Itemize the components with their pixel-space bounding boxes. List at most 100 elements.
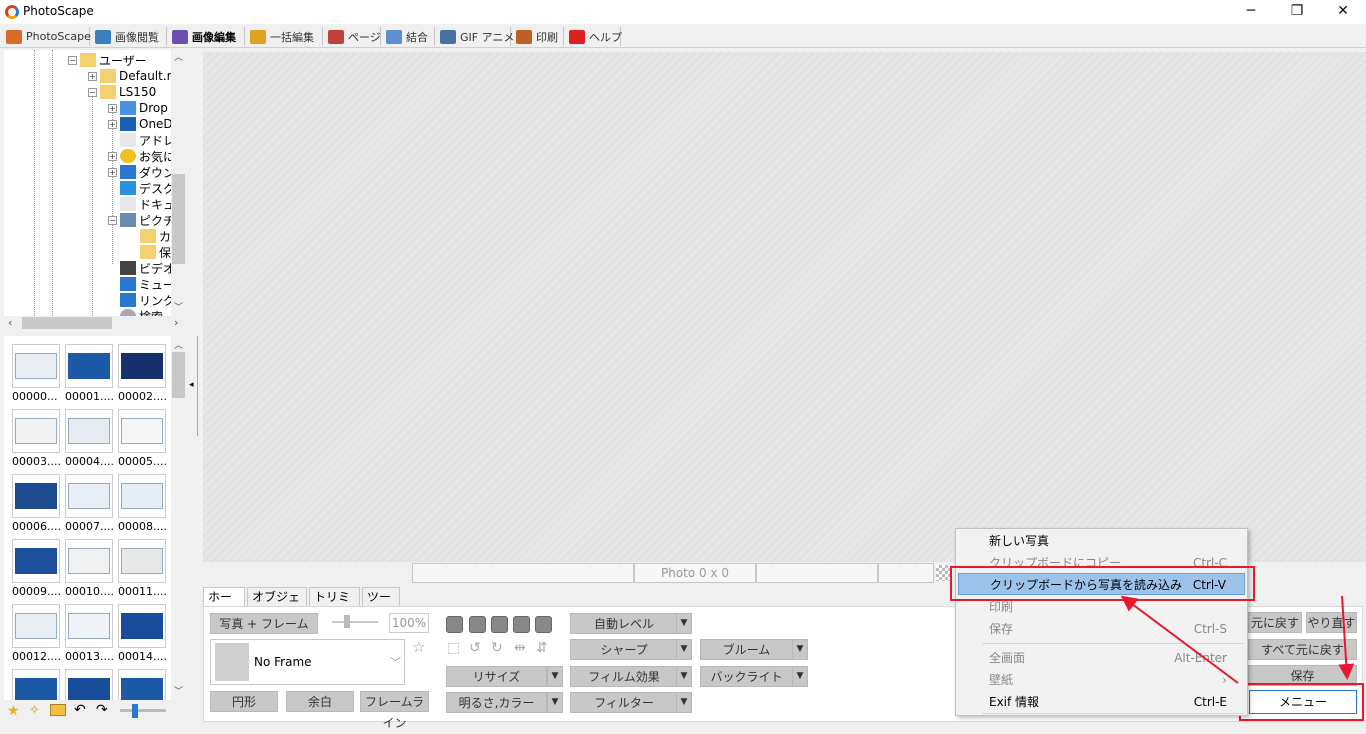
backlight-button[interactable]: バックライト [700, 666, 793, 687]
scroll-up-icon[interactable]: ︿ [171, 50, 186, 63]
tab-1[interactable]: 画像閲覧 [92, 27, 167, 46]
tree-item[interactable]: ミュー [108, 276, 171, 292]
margin-button[interactable]: 余白 [286, 691, 354, 712]
panel-splitter[interactable]: ◂ [187, 336, 199, 436]
sharpen-button[interactable]: シャープ [570, 639, 678, 660]
tree-scroll-thumb[interactable] [172, 174, 185, 264]
thumbnail[interactable] [65, 409, 113, 453]
auto-adjust-icon[interactable] [535, 616, 552, 633]
auto-level-dropdown[interactable]: ▼ [676, 613, 692, 634]
tree-item[interactable]: − LS150 [88, 84, 156, 100]
thumbnail[interactable] [12, 344, 60, 388]
redo-button[interactable]: やり直す [1306, 612, 1357, 633]
forward-arrow-icon[interactable]: ↷ [96, 702, 108, 718]
undo-all-button[interactable]: すべて元に戻す [1248, 639, 1357, 660]
tree-item[interactable]: + お気に [108, 148, 171, 164]
tree-item[interactable]: カ [128, 228, 171, 244]
thumbnail[interactable] [12, 539, 60, 583]
thumbnail[interactable] [65, 474, 113, 518]
auto-adjust-icon[interactable] [469, 616, 486, 633]
tree-item[interactable]: + Default.m [88, 68, 171, 84]
open-folder-icon[interactable] [50, 704, 66, 716]
frame-line-button[interactable]: フレームライン [360, 691, 429, 730]
scroll-up-icon[interactable]: ︿ [171, 338, 186, 351]
thumbnail-scroll-thumb[interactable] [172, 352, 185, 398]
frame-zoom-slider[interactable] [332, 621, 378, 623]
flip-horizontal-icon[interactable]: ⇹ [514, 640, 526, 656]
folder-tree[interactable]: −ユーザー+Default.m−LS150+Drop+OneDアドレ+お気に+ダ… [4, 50, 171, 316]
thumb-size-slider[interactable] [120, 709, 166, 712]
tab-0[interactable]: PhotoScape [3, 27, 91, 46]
rotate-right-icon[interactable]: ↻ [491, 640, 503, 656]
tree-item[interactable]: + ダウン [108, 164, 171, 180]
rotate-left-icon[interactable]: ↺ [469, 640, 481, 656]
auto-adjust-icon[interactable] [513, 616, 530, 633]
thumbnail-vertical-scrollbar[interactable]: ︿ ﹀ [171, 336, 186, 700]
collapse-icon[interactable]: − [68, 55, 77, 65]
expand-icon[interactable]: + [88, 71, 97, 81]
tree-item[interactable]: ビデオ [108, 260, 171, 276]
lasso-icon[interactable]: ⬚ [447, 640, 460, 656]
resize-button[interactable]: リサイズ [446, 666, 547, 687]
tree-item[interactable]: アドレ [108, 132, 171, 148]
edit-tab[interactable]: オブジェクト [247, 587, 307, 623]
favorite-frame-star-icon[interactable]: ☆ [412, 638, 425, 656]
circle-button[interactable]: 円形 [210, 691, 278, 712]
thumbnail[interactable] [118, 539, 166, 583]
tree-item[interactable]: デスク [108, 180, 171, 196]
context-menu-item[interactable]: 新しい写真 [956, 530, 1247, 552]
back-arrow-icon[interactable]: ↶ [74, 702, 86, 718]
bloom-button[interactable]: ブルーム [700, 639, 793, 660]
tree-item[interactable]: + Drop [108, 100, 168, 116]
thumbnail[interactable] [12, 409, 60, 453]
minimize-button[interactable]: ─ [1228, 0, 1274, 24]
context-menu-item[interactable]: 保存 Ctrl-S [956, 618, 1247, 640]
tree-item[interactable]: − ユーザー [68, 52, 147, 68]
tab-7[interactable]: 印刷 [513, 27, 564, 46]
tree-item[interactable]: リンク [108, 292, 171, 308]
tab-8[interactable]: ヘルプ [566, 27, 622, 46]
thumb-size-slider-handle[interactable] [132, 704, 138, 718]
tree-item[interactable]: ドキュ [108, 196, 171, 212]
sharpen-dropdown[interactable]: ▼ [676, 639, 692, 660]
close-button[interactable]: ✕ [1320, 0, 1366, 24]
thumbnail-grid[interactable]: 00000... 00001.... 00002.... 00003.... 00004… [4, 336, 171, 700]
image-canvas[interactable] [203, 52, 1366, 562]
thumbnail[interactable] [65, 539, 113, 583]
scroll-down-icon[interactable]: ﹀ [171, 300, 186, 313]
add-favorite-icon[interactable]: ✧ [29, 703, 40, 718]
tree-item[interactable]: 検索 [108, 308, 163, 316]
scroll-down-icon[interactable]: ﹀ [171, 684, 186, 697]
photo-frame-button[interactable]: 写真 + フレーム [210, 613, 318, 634]
thumbnail[interactable] [12, 604, 60, 648]
thumbnail[interactable] [118, 669, 166, 700]
expand-icon[interactable]: + [108, 119, 117, 129]
frame-zoom-slider-handle[interactable] [344, 615, 350, 628]
tree-item[interactable]: 保 [128, 244, 171, 260]
tree-horizontal-scrollbar[interactable]: ‹ › [4, 316, 186, 330]
scroll-left-icon[interactable]: ‹ [8, 316, 12, 329]
expand-icon[interactable]: + [108, 103, 117, 113]
maximize-button[interactable]: ❐ [1274, 0, 1320, 24]
tab-4[interactable]: ページ [325, 27, 381, 46]
filter-dropdown[interactable]: ▼ [676, 692, 692, 713]
edit-tab[interactable]: ツール [362, 587, 400, 623]
tab-3[interactable]: 一括編集 [247, 27, 323, 46]
thumbnail[interactable] [12, 474, 60, 518]
context-menu-item[interactable]: 壁紙 › [956, 669, 1247, 691]
menu-button[interactable]: メニュー [1249, 690, 1357, 714]
tab-2[interactable]: 画像編集 [169, 27, 245, 46]
film-effect-dropdown[interactable]: ▼ [676, 666, 692, 687]
edit-tab[interactable]: ホーム [203, 587, 245, 623]
thumbnail[interactable] [65, 344, 113, 388]
context-menu-item[interactable]: Exif 情報 Ctrl-E [956, 691, 1247, 713]
undo-button[interactable]: 元に戻す [1248, 612, 1302, 633]
chevron-down-icon[interactable]: ﹀ [390, 654, 401, 670]
tree-hscroll-thumb[interactable] [22, 317, 112, 329]
scroll-right-icon[interactable]: › [174, 316, 178, 329]
film-effect-button[interactable]: フィルム効果 [570, 666, 678, 687]
zoom-field[interactable]: 100% [389, 613, 429, 633]
edit-tab[interactable]: トリミング [309, 587, 360, 623]
filter-button[interactable]: フィルター [570, 692, 678, 713]
auto-level-button[interactable]: 自動レベル [570, 613, 678, 634]
